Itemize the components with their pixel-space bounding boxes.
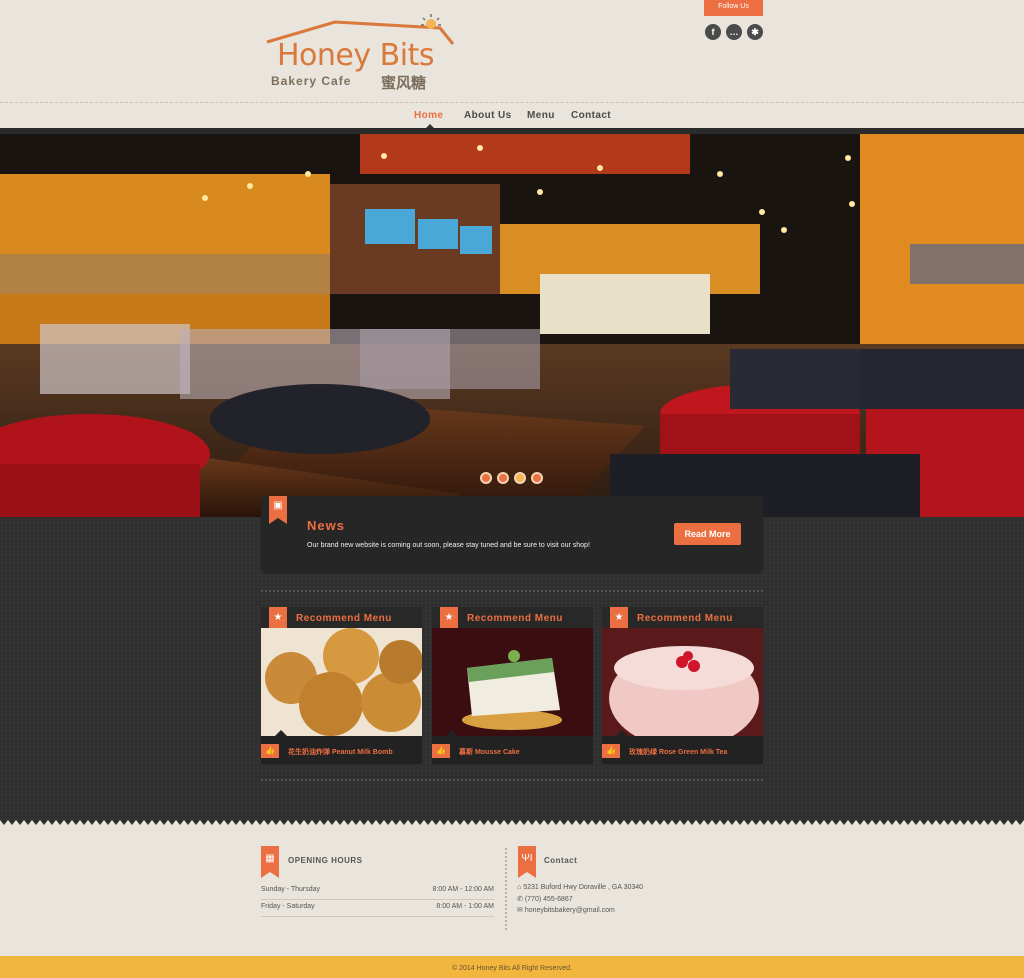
yelp-icon[interactable]: ✱ <box>747 24 763 40</box>
slider-dot-2[interactable] <box>497 472 509 484</box>
gift-icon: ▣ <box>273 500 283 511</box>
slider-dot-1[interactable] <box>480 472 492 484</box>
news-panel: ▣ News Our brand new website is coming o… <box>261 496 763 574</box>
thumbs-up-icon[interactable]: 👍 <box>602 744 620 758</box>
hours-row-1: Sunday - Thursday 8:00 AM - 12:00 AM <box>261 884 494 900</box>
card-caption: 花生奶油炸弹 Peanut Milk Bomb <box>288 749 393 756</box>
nav-menu[interactable]: Menu <box>527 110 555 121</box>
rose-green-milk-tea-image <box>602 628 763 736</box>
hero-slider[interactable] <box>0 134 1024 517</box>
peanut-milk-bomb-image <box>261 628 422 736</box>
card-title: Recommend Menu <box>467 613 563 624</box>
news-text: Our brand new website is coming out soon… <box>307 542 590 549</box>
address-text: 5231 Buford Hwy Doraville , GA 30340 <box>523 884 644 891</box>
nav-home[interactable]: Home <box>414 110 443 121</box>
home-icon: ⌂ <box>517 884 522 891</box>
slider-dot-4[interactable] <box>531 472 543 484</box>
section-divider-bottom <box>261 779 763 781</box>
contact-address: ⌂ 5231 Buford Hwy Doraville , GA 30340 <box>517 884 643 891</box>
card-header: ★ Recommend Menu <box>602 607 763 637</box>
fork-knife-icon: ΨI <box>521 853 533 864</box>
recommend-card-1[interactable]: ★ Recommend Menu 👍 花生奶油炸弹 Peanut Milk Bo… <box>261 607 422 764</box>
card-caret <box>275 730 287 736</box>
logo-chinese-name: 蜜风糖 <box>381 75 427 92</box>
hero-cafe-image <box>0 134 1024 517</box>
thumbs-up-icon[interactable]: 👍 <box>432 744 450 758</box>
hours-days: Sunday - Thursday <box>261 886 321 893</box>
card-title: Recommend Menu <box>637 613 733 624</box>
card-footer: 👍 慕斯 Mousse Cake <box>432 730 593 764</box>
phone-text[interactable]: (770) 455-6867 <box>525 896 573 903</box>
mousse-cake-image <box>432 628 593 736</box>
hours-time: 8:00 AM - 12:00 AM <box>432 886 494 893</box>
star-icon: ★ <box>444 612 454 623</box>
nav-contact[interactable]: Contact <box>571 110 611 121</box>
card-header: ★ Recommend Menu <box>432 607 593 637</box>
star-icon: ★ <box>614 612 624 623</box>
card-footer: 👍 玫瑰奶绿 Rose Green Milk Tea <box>602 730 763 764</box>
contact-email: ✉ honeybitsbakery@gmail.com <box>517 906 615 914</box>
logo-subtitle: Bakery Cafe <box>271 74 352 88</box>
slider-dot-3[interactable] <box>514 472 526 484</box>
facebook-icon[interactable]: f <box>705 24 721 40</box>
card-caret <box>616 730 628 736</box>
news-title: News <box>307 518 345 533</box>
section-divider-top <box>261 590 763 592</box>
footer-column-separator <box>505 848 507 930</box>
contact-ribbon: ΨI <box>518 846 536 878</box>
news-ribbon: ▣ <box>269 496 287 524</box>
recommend-card-3[interactable]: ★ Recommend Menu 👍 玫瑰奶绿 Rose Green Milk … <box>602 607 763 764</box>
contact-title: Contact <box>544 856 578 865</box>
site-footer: ▦ OPENING HOURS ΨI Contact <box>0 826 1024 956</box>
card-title: Recommend Menu <box>296 613 392 624</box>
envelope-icon: ✉ <box>517 907 523 914</box>
recommend-card-2[interactable]: ★ Recommend Menu 👍 慕斯 Mousse Cake <box>432 607 593 764</box>
thumbs-up-icon[interactable]: 👍 <box>261 744 279 758</box>
logo-title: Honey Bits <box>277 38 434 73</box>
chat-icon[interactable]: … <box>726 24 742 40</box>
phone-icon: ✆ <box>517 896 523 903</box>
site-header: Honey Bits Bakery Cafe 蜜风糖 Follow Us f …… <box>0 0 1024 102</box>
hours-row-2: Friday - Saturday 8:00 AM - 1:00 AM <box>261 901 494 917</box>
card-caption: 慕斯 Mousse Cake <box>459 749 520 756</box>
read-more-button[interactable]: Read More <box>674 523 741 545</box>
opening-hours-title: OPENING HOURS <box>288 856 363 865</box>
hours-ribbon: ▦ <box>261 846 279 878</box>
hours-time: 8:00 AM - 1:00 AM <box>436 903 494 910</box>
card-header: ★ Recommend Menu <box>261 607 422 637</box>
follow-us-tab: Follow Us <box>704 0 763 16</box>
star-icon: ★ <box>273 612 283 623</box>
card-caret <box>446 730 458 736</box>
email-text[interactable]: honeybitsbakery@gmail.com <box>525 907 615 914</box>
card-footer: 👍 花生奶油炸弹 Peanut Milk Bomb <box>261 730 422 764</box>
nav-about-us[interactable]: About Us <box>464 110 512 121</box>
brand-logo[interactable]: Honey Bits Bakery Cafe 蜜风糖 <box>265 14 460 94</box>
main-nav: Home About Us Menu Contact <box>0 103 1024 130</box>
calendar-icon: ▦ <box>265 853 275 864</box>
card-caption: 玫瑰奶绿 Rose Green Milk Tea <box>629 749 728 756</box>
copyright-bar: © 2014 Honey Bits All Right Reserved. <box>0 956 1024 978</box>
hours-days: Friday - Saturday <box>261 903 315 910</box>
contact-phone: ✆ (770) 455-6867 <box>517 895 573 903</box>
